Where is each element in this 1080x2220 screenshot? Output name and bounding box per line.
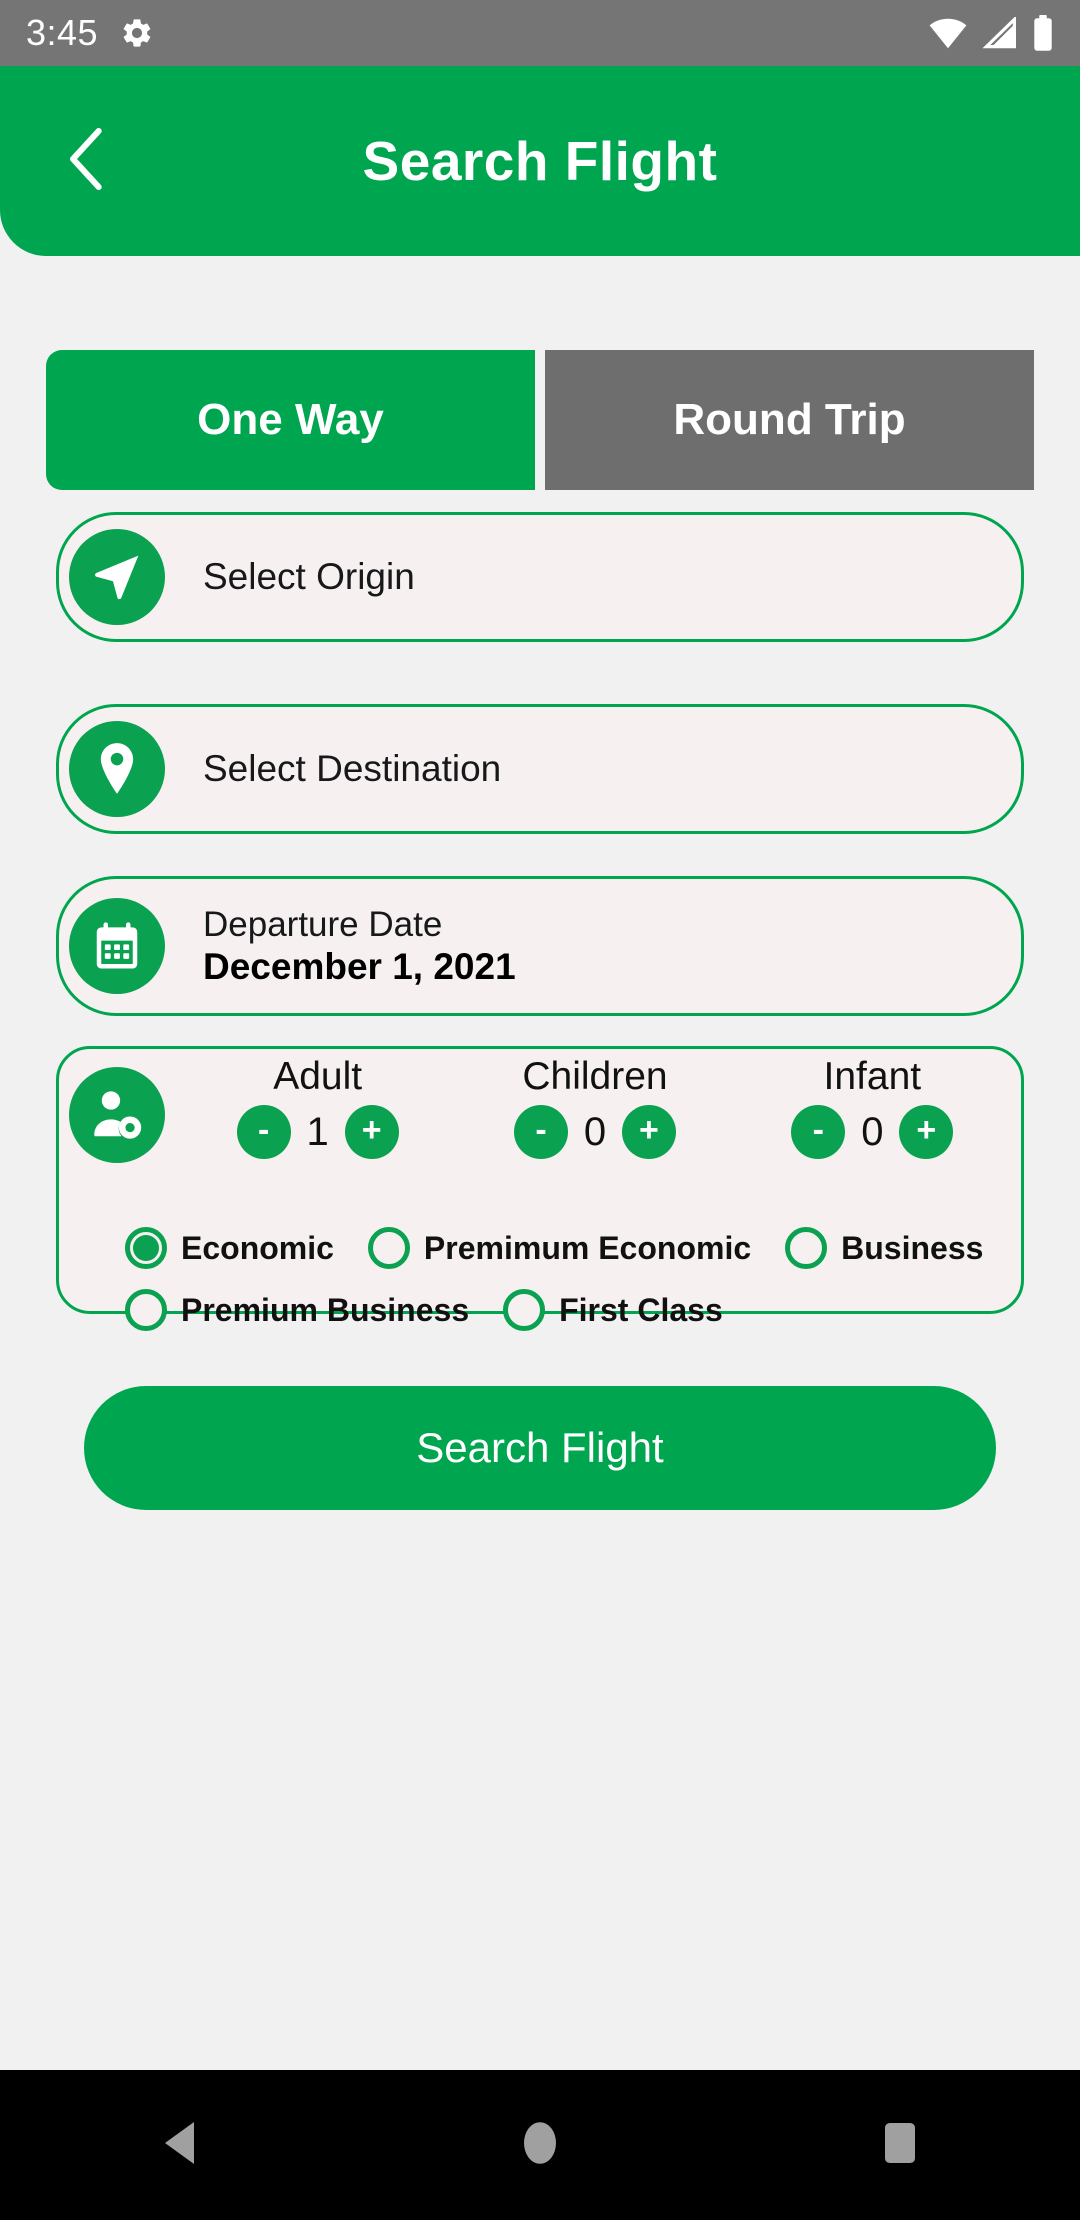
nav-recents-button[interactable]	[720, 2120, 1080, 2171]
children-increment-button[interactable]: +	[621, 1105, 676, 1159]
status-time: 3:45	[26, 12, 99, 53]
radio-premium-business-label: Premium Business	[181, 1291, 470, 1328]
calendar-icon	[69, 898, 165, 994]
content-area: One Way Round Trip Select Origin Select …	[0, 256, 1080, 2070]
counter-adult: Adult - 1 +	[179, 1055, 456, 1159]
person-settings-icon	[69, 1067, 165, 1163]
radio-economic-label: Economic	[181, 1229, 334, 1266]
battery-icon	[1032, 15, 1054, 51]
infant-increment-button[interactable]: +	[899, 1105, 954, 1159]
cell-signal-icon	[982, 17, 1018, 49]
cabin-class-options: Economic Premimum Economic Business Prem…	[125, 1217, 1005, 1341]
passenger-counters: Adult - 1 + Children - 0 + Infant - 0 +	[179, 1055, 1011, 1159]
wifi-icon	[928, 17, 968, 49]
passenger-class-card: Adult - 1 + Children - 0 + Infant - 0 + …	[56, 1046, 1024, 1331]
nav-back-button[interactable]	[0, 2119, 360, 2172]
cabin-class-row-2: Premium Business First Class	[125, 1279, 1005, 1341]
origin-label: Select Origin	[203, 556, 415, 597]
radio-premium-economic-icon	[367, 1227, 410, 1269]
page-title: Search Flight	[362, 130, 718, 192]
back-button[interactable]	[52, 126, 122, 196]
infant-decrement-button[interactable]: -	[791, 1105, 846, 1159]
recents-square-icon	[880, 2120, 920, 2171]
adult-decrement-button[interactable]: -	[236, 1105, 291, 1159]
back-triangle-icon	[158, 2119, 202, 2172]
status-bar-left: 3:45	[26, 12, 154, 54]
counter-infant: Infant - 0 +	[734, 1055, 1011, 1159]
adult-increment-button[interactable]: +	[344, 1105, 399, 1159]
cabin-class-row-1: Economic Premimum Economic Business	[125, 1217, 1005, 1279]
radio-option-first-class[interactable]: First Class	[503, 1289, 723, 1331]
destination-label: Select Destination	[203, 748, 502, 789]
counter-adult-label: Adult	[273, 1055, 363, 1098]
tab-round-trip[interactable]: Round Trip	[545, 350, 1034, 490]
home-circle-icon	[521, 2119, 559, 2172]
chevron-left-icon	[59, 124, 115, 199]
radio-premium-economic-label: Premimum Economic	[423, 1229, 752, 1266]
infant-count-value: 0	[861, 1109, 884, 1154]
map-pin-icon	[69, 721, 165, 817]
radio-option-premium-economic[interactable]: Premimum Economic	[367, 1227, 752, 1269]
status-bar-right	[928, 15, 1054, 51]
app-bar: Search Flight	[0, 66, 1080, 256]
nav-home-button[interactable]	[360, 2119, 720, 2172]
select-origin-field[interactable]: Select Origin	[56, 512, 1024, 642]
departure-date-label: Departure Date	[203, 904, 443, 944]
counter-infant-controls: - 0 +	[734, 1105, 1011, 1159]
radio-business-icon	[785, 1227, 828, 1269]
select-destination-field[interactable]: Select Destination	[56, 704, 1024, 834]
radio-option-premium-business[interactable]: Premium Business	[125, 1289, 469, 1331]
radio-economic-icon	[125, 1227, 167, 1269]
navigation-arrow-icon	[69, 529, 165, 625]
counter-infant-label: Infant	[823, 1055, 922, 1098]
gear-icon	[120, 16, 154, 50]
departure-date-value: December 1, 2021	[203, 945, 516, 987]
radio-business-label: Business	[841, 1229, 984, 1266]
counter-children-label: Children	[522, 1055, 668, 1098]
counter-adult-controls: - 1 +	[179, 1105, 456, 1159]
children-count-value: 0	[583, 1109, 607, 1154]
tab-one-way[interactable]: One Way	[46, 350, 535, 490]
departure-date-text: Departure Date December 1, 2021	[203, 904, 516, 989]
radio-premium-business-icon	[125, 1289, 167, 1331]
counter-children-controls: - 0 +	[456, 1105, 733, 1159]
radio-option-economic[interactable]: Economic	[125, 1227, 334, 1269]
radio-option-business[interactable]: Business	[785, 1227, 983, 1269]
children-decrement-button[interactable]: -	[513, 1105, 568, 1159]
app-screen: 3:45 Search Flight One Way Round Trip Se…	[0, 0, 1080, 2220]
radio-first-class-label: First Class	[559, 1291, 723, 1328]
search-flight-button[interactable]: Search Flight	[84, 1386, 996, 1510]
departure-date-field[interactable]: Departure Date December 1, 2021	[56, 876, 1024, 1016]
status-bar: 3:45	[0, 0, 1080, 66]
counter-children: Children - 0 +	[456, 1055, 733, 1159]
radio-first-class-icon	[503, 1289, 546, 1331]
trip-type-tabs: One Way Round Trip	[46, 350, 1034, 490]
adult-count-value: 1	[306, 1109, 329, 1154]
android-nav-bar	[0, 2070, 1080, 2220]
